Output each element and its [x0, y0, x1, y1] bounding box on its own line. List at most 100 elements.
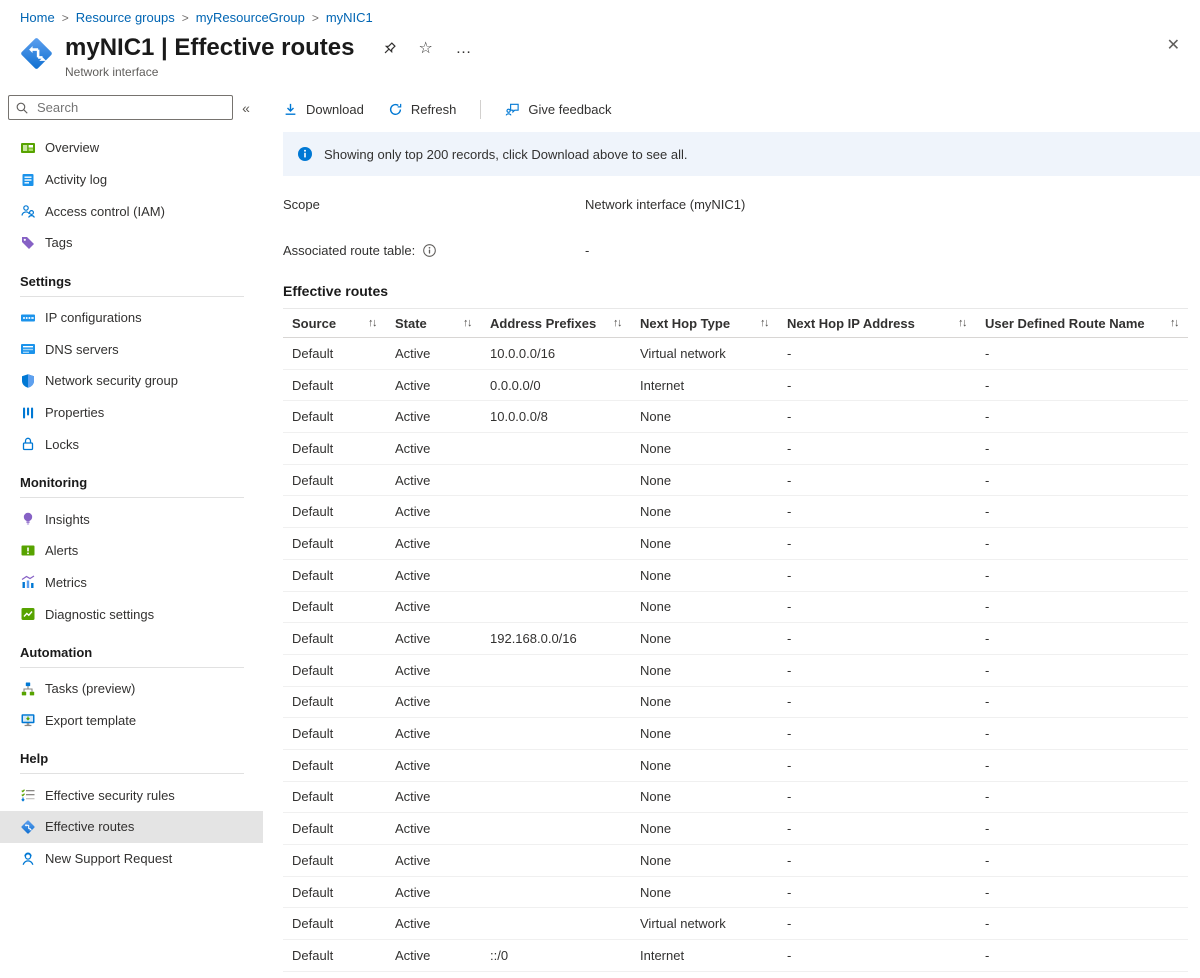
table-row: DefaultActive0.0.0.0/0Internet--: [283, 369, 1188, 401]
table-cell: -: [778, 464, 976, 496]
column-label: State: [395, 316, 427, 331]
breadcrumb-link-resource-groups[interactable]: Resource groups: [76, 10, 175, 25]
table-row: DefaultActive10.0.0.0/16Virtual network-…: [283, 338, 1188, 370]
access-control-icon: [20, 203, 36, 219]
effective-security-rules-icon: [20, 787, 36, 803]
sidebar-item-new-support-request[interactable]: New Support Request: [0, 843, 263, 875]
network-security-group-icon: [20, 373, 36, 389]
table-cell: Default: [283, 940, 386, 972]
info-icon: [297, 146, 313, 162]
pin-icon[interactable]: [381, 41, 397, 57]
download-label: Download: [306, 102, 364, 117]
table-cell: -: [778, 876, 976, 908]
sort-arrows-icon: ↑↓: [613, 317, 621, 329]
table-cell: -: [976, 623, 1188, 655]
table-cell: 10.0.0.0/16: [481, 338, 631, 370]
table-cell: -: [976, 559, 1188, 591]
sidebar-item-dns-servers[interactable]: DNS servers: [0, 333, 263, 365]
table-cell: Default: [283, 591, 386, 623]
refresh-button[interactable]: Refresh: [388, 102, 457, 117]
column-header-next-hop-type[interactable]: Next Hop Type↑↓: [631, 309, 778, 338]
give-feedback-label: Give feedback: [528, 102, 611, 117]
sidebar-section-settings: Settings: [0, 259, 263, 296]
more-ellipsis-icon[interactable]: …: [455, 41, 471, 57]
close-icon[interactable]: ✕: [1167, 35, 1180, 55]
sidebar-item-alerts[interactable]: Alerts: [0, 535, 263, 567]
sidebar-item-activity-log[interactable]: Activity log: [0, 164, 263, 196]
search-input[interactable]: [35, 99, 226, 116]
feedback-icon: [505, 102, 520, 117]
column-header-user-defined-route-name[interactable]: User Defined Route Name↑↓: [976, 309, 1188, 338]
download-button[interactable]: Download: [283, 102, 364, 117]
table-cell: Active: [386, 718, 481, 750]
title-actions: ☆ …: [381, 41, 471, 57]
table-cell: None: [631, 718, 778, 750]
table-cell: [481, 464, 631, 496]
sidebar-item-tags[interactable]: Tags: [0, 227, 263, 259]
sidebar-item-tasks-preview[interactable]: Tasks (preview): [0, 673, 263, 705]
breadcrumb-link-home[interactable]: Home: [20, 10, 55, 25]
metrics-icon: [20, 574, 36, 590]
table-row: DefaultActiveNone--: [283, 559, 1188, 591]
title-block: myNIC1 | Effective routes Network interf…: [65, 34, 354, 79]
search-box[interactable]: [8, 95, 233, 120]
sidebar-item-access-control-iam[interactable]: Access control (IAM): [0, 195, 263, 227]
sidebar-item-label: Network security group: [45, 373, 178, 388]
info-banner: Showing only top 200 records, click Down…: [283, 132, 1200, 176]
table-cell: Virtual network: [631, 338, 778, 370]
table-cell: [481, 686, 631, 718]
favorite-star-icon[interactable]: ☆: [418, 41, 434, 57]
sidebar-item-overview[interactable]: Overview: [0, 132, 263, 164]
breadcrumb-link-resource[interactable]: myNIC1: [326, 10, 373, 25]
sidebar-item-diagnostic-settings[interactable]: Diagnostic settings: [0, 598, 263, 630]
table-cell: Default: [283, 908, 386, 940]
sidebar-item-metrics[interactable]: Metrics: [0, 567, 263, 599]
table-cell: Active: [386, 401, 481, 433]
sidebar-item-network-security-group[interactable]: Network security group: [0, 365, 263, 397]
column-header-next-hop-ip-address[interactable]: Next Hop IP Address↑↓: [778, 309, 976, 338]
table-cell: [481, 749, 631, 781]
sidebar-item-export-template[interactable]: Export template: [0, 705, 263, 737]
info-tooltip-icon[interactable]: [422, 243, 437, 258]
table-cell: [481, 718, 631, 750]
table-cell: -: [778, 591, 976, 623]
breadcrumb-link-resource-group[interactable]: myResourceGroup: [196, 10, 305, 25]
breadcrumb-separator: >: [182, 11, 189, 25]
insights-icon: [20, 511, 36, 527]
sidebar-collapse-icon[interactable]: «: [233, 100, 259, 116]
sidebar-item-effective-routes[interactable]: Effective routes: [0, 811, 263, 843]
sidebar-item-properties[interactable]: Properties: [0, 397, 263, 429]
table-cell: [481, 908, 631, 940]
table-cell: -: [976, 433, 1188, 465]
table-cell: -: [976, 876, 1188, 908]
sidebar-item-label: Activity log: [45, 172, 107, 187]
table-cell: -: [778, 686, 976, 718]
table-cell: Active: [386, 496, 481, 528]
sidebar-item-ip-configurations[interactable]: IP configurations: [0, 302, 263, 334]
network-interface-icon: [18, 35, 55, 72]
table-cell: -: [976, 464, 1188, 496]
table-cell: -: [778, 496, 976, 528]
scope-value: Network interface (myNIC1): [585, 197, 745, 212]
table-cell: Active: [386, 369, 481, 401]
sidebar-item-label: Tags: [45, 235, 72, 250]
give-feedback-button[interactable]: Give feedback: [505, 102, 611, 117]
column-header-address-prefixes[interactable]: Address Prefixes↑↓: [481, 309, 631, 338]
sidebar-item-effective-security-rules[interactable]: Effective security rules: [0, 779, 263, 811]
divider: [20, 667, 244, 668]
column-header-state[interactable]: State↑↓: [386, 309, 481, 338]
table-cell: -: [778, 369, 976, 401]
sidebar-item-locks[interactable]: Locks: [0, 429, 263, 461]
table-cell: Default: [283, 623, 386, 655]
sort-arrows-icon: ↑↓: [368, 317, 376, 329]
breadcrumb-separator: >: [62, 11, 69, 25]
table-cell: [481, 813, 631, 845]
table-cell: Default: [283, 401, 386, 433]
associated-route-table-label: Associated route table:: [283, 243, 415, 258]
table-cell: Active: [386, 464, 481, 496]
sidebar-item-insights[interactable]: Insights: [0, 503, 263, 535]
column-header-source[interactable]: Source↑↓: [283, 309, 386, 338]
table-cell: None: [631, 876, 778, 908]
table-cell: Active: [386, 654, 481, 686]
table-cell: Active: [386, 591, 481, 623]
